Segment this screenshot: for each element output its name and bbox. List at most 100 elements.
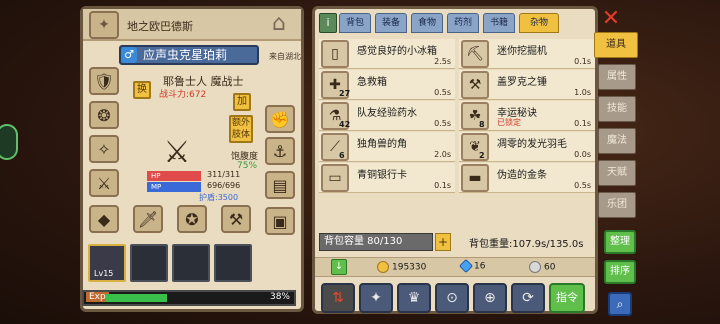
item-name: 盖罗克之锤 — [497, 77, 547, 88]
male-gender-icon: ♂ — [121, 47, 137, 63]
side-tab-attributes[interactable]: 属性 — [598, 64, 636, 90]
tab-food[interactable]: 食物 — [411, 13, 443, 33]
crown-icon[interactable]: ♛ — [397, 283, 431, 313]
tab-books[interactable]: 书籍 — [483, 13, 515, 33]
hammer-icon: ⚒ — [461, 71, 489, 99]
combat-power: 战斗力:672 — [159, 90, 207, 100]
skill-bar: Lv15 — [88, 244, 252, 282]
equip-slot-wings[interactable]: ✧ — [89, 135, 119, 163]
equip-slot-armor[interactable]: ⚔ — [89, 169, 119, 197]
side-tab-magic[interactable]: 魔法 — [598, 128, 636, 154]
hp-value: 311/311 — [207, 170, 241, 179]
inventory-item[interactable]: ⚒ 盖罗克之锤 1.0s — [459, 70, 595, 100]
item-count: 27 — [339, 89, 351, 98]
silver-coin-icon — [529, 261, 541, 273]
item-name: 迷你挖掘机 — [497, 46, 547, 57]
tab-equipment[interactable]: 装备 — [375, 13, 407, 33]
wardrobe-hanger-icon[interactable]: ⌂ — [265, 11, 293, 37]
equip-slot-helmet[interactable]: 🛡 — [89, 67, 119, 95]
sort-button[interactable]: 排序 — [604, 260, 636, 284]
swap-button[interactable]: 换 — [133, 81, 151, 99]
hp-bar: HP — [147, 171, 201, 181]
expand-capacity-button[interactable]: + — [435, 233, 451, 251]
item-count: 8 — [479, 120, 485, 129]
magnifier-icon[interactable]: ⊙ — [435, 283, 469, 313]
refresh-icon[interactable]: ⟳ — [511, 283, 545, 313]
side-tab-talent[interactable]: 天赋 — [598, 160, 636, 186]
sort-level-icon[interactable]: ⇅ — [321, 283, 355, 313]
equip-slot-tool[interactable]: ⚒ — [221, 205, 251, 233]
goldbar-icon: ▬ — [461, 164, 489, 192]
equip-slot-boots[interactable]: ▤ — [265, 171, 295, 199]
skill-slot-3[interactable] — [172, 244, 210, 282]
info-icon[interactable]: i — [319, 13, 337, 33]
equip-slot-gloves[interactable]: ✊ — [265, 105, 295, 133]
gold-coin-icon — [377, 261, 389, 273]
item-name: 感觉良好的小冰箱 — [357, 46, 437, 57]
item-count: 6 — [339, 151, 345, 160]
character-name-bar[interactable]: 应声虫克星珀莉 — [119, 45, 259, 65]
equip-slot-anchor[interactable]: ⚓ — [265, 137, 295, 165]
inventory-item[interactable]: ⛏ 迷你挖掘机 0.1s — [459, 39, 595, 69]
item-name: 独角兽的角 — [357, 139, 407, 150]
equip-slot-gem[interactable]: ◆ — [89, 205, 119, 233]
left-edge-toggle[interactable] — [0, 124, 18, 160]
inventory-tabs: 背包 装备 食物 药剂 书籍 杂物 — [339, 13, 559, 33]
tab-potions[interactable]: 药剂 — [447, 13, 479, 33]
exp-percent: 38% — [269, 292, 290, 302]
item-count: 2 — [479, 151, 485, 160]
close-icon[interactable]: ✕ — [600, 8, 622, 30]
magic-wand-icon[interactable]: ✦ — [359, 283, 393, 313]
character-origin: 来自湖北 — [269, 52, 301, 61]
mp-bar: MP — [147, 182, 201, 192]
skill-level: Lv15 — [94, 269, 114, 278]
exp-fill — [106, 294, 167, 302]
mp-value: 696/696 — [207, 181, 241, 190]
silver-display: 60 — [529, 261, 555, 273]
item-time: 0.1s — [574, 57, 591, 66]
side-tab-skills[interactable]: 技能 — [598, 96, 636, 122]
item-time: 0.1s — [434, 181, 451, 190]
side-tab-items[interactable]: 道具 — [594, 32, 638, 58]
skill-slot-2[interactable] — [130, 244, 168, 282]
action-row: ⇅ ✦ ♛ ⊙ ⊕ ⟳ 指令 — [321, 283, 585, 313]
skill-slot-4[interactable] — [214, 244, 252, 282]
side-menu: 道具 属性 技能 魔法 天赋 乐团 — [594, 32, 638, 224]
item-name: 凋零的发光羽毛 — [497, 139, 567, 150]
item-name: 队友经验药水 — [357, 108, 417, 119]
inventory-item[interactable]: ⚗ 42 队友经验药水 0.5s — [319, 101, 455, 131]
extra-body-button[interactable]: 额外肢体 — [229, 115, 253, 143]
character-title: 地之欧巴德斯 — [127, 20, 193, 33]
inventory-item[interactable]: ☘ 8 幸运秘诀 已锁定 0.1s — [459, 101, 595, 131]
tab-backpack[interactable]: 背包 — [339, 13, 371, 33]
tab-misc[interactable]: 杂物 — [519, 13, 559, 33]
skill-slot-1[interactable]: Lv15 — [88, 244, 126, 282]
search-icon[interactable]: ⌕ — [608, 292, 632, 316]
inventory-item[interactable]: ▭ 青铜银行卡 0.1s — [319, 163, 455, 193]
command-button[interactable]: 指令 — [549, 283, 585, 313]
inventory-item[interactable]: ⟋ 6 独角兽的角 2.0s — [319, 132, 455, 162]
inventory-item[interactable]: ❦ 2 凋零的发光羽毛 0.0s — [459, 132, 595, 162]
guild-badge-icon[interactable]: ✦ — [89, 11, 119, 39]
add-button[interactable]: 加 — [233, 93, 251, 111]
download-icon[interactable]: ↓ — [331, 259, 347, 275]
inventory-item[interactable]: ▯ 感觉良好的小冰箱 2.5s — [319, 39, 455, 69]
currency-row: ↓ 195330 16 60 — [315, 257, 595, 277]
item-name: 青铜银行卡 — [357, 170, 407, 181]
item-time: 2.5s — [434, 57, 451, 66]
gold-display: 195330 — [377, 261, 426, 273]
equip-slot-accessory[interactable]: ▣ — [265, 207, 295, 235]
item-name: 伪造的金条 — [497, 170, 547, 181]
inventory-item[interactable]: ✚ 27 急救箱 0.5s — [319, 70, 455, 100]
item-name: 急救箱 — [357, 77, 387, 88]
inventory-item[interactable]: ▬ 伪造的金条 0.5s — [459, 163, 595, 193]
organize-button[interactable]: 整理 — [604, 230, 636, 254]
equip-slot-weapon[interactable]: 🗡 — [133, 205, 163, 233]
gold-amount: 195330 — [392, 262, 427, 273]
side-tab-band[interactable]: 乐团 — [598, 192, 636, 218]
backpack-weight: 背包重量:107.9s/135.0s — [469, 239, 584, 250]
equip-slot-offhand[interactable]: ✪ — [177, 205, 207, 233]
equip-slot-necklace[interactable]: ❂ — [89, 101, 119, 129]
item-time: 0.1s — [574, 119, 591, 128]
search-item-icon[interactable]: ⊕ — [473, 283, 507, 313]
